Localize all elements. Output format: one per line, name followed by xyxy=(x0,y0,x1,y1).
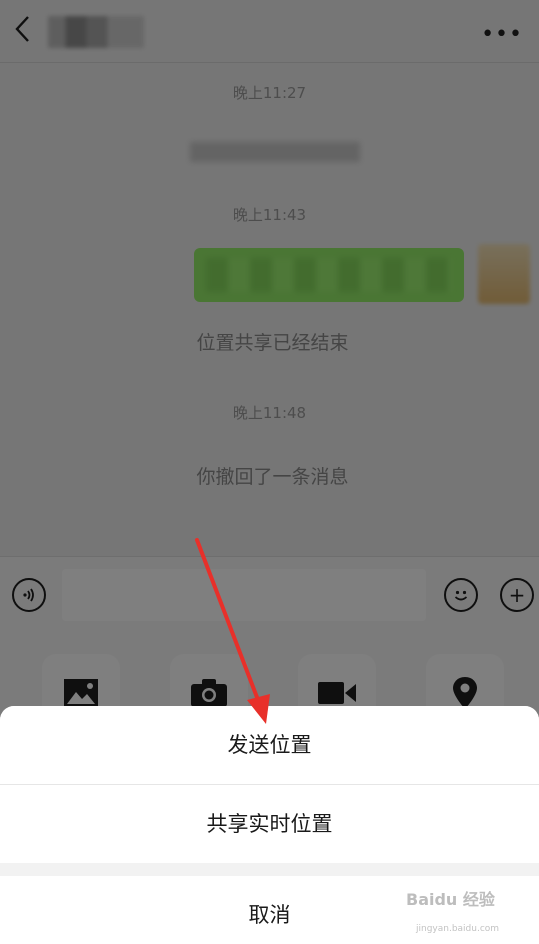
baidu-watermark: Baidu 经验 xyxy=(406,890,495,909)
share-live-location-option[interactable]: 共享实时位置 xyxy=(0,785,539,863)
watermark-url: jingyan.baidu.com xyxy=(416,924,500,934)
send-location-option[interactable]: 发送位置 xyxy=(0,706,539,784)
